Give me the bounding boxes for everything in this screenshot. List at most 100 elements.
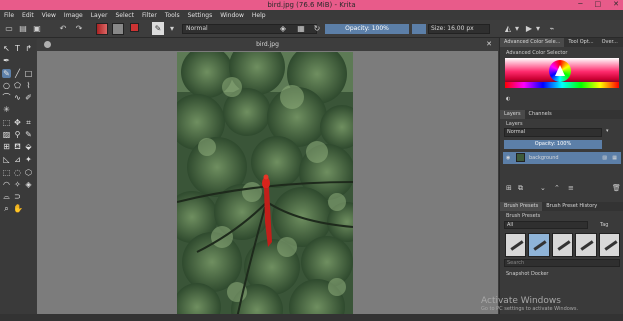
menu-image[interactable]: Image [64, 12, 83, 19]
tab-tool-options[interactable]: Tool Opt... [564, 38, 597, 47]
undo-icon[interactable]: ↶ [58, 22, 68, 35]
layer-opacity-slider[interactable]: Opacity: 100% [504, 140, 602, 149]
zoom-tool-icon[interactable]: ⌕ [2, 204, 11, 213]
enclose-fill-tool-icon[interactable]: ⬙ [24, 142, 33, 151]
tab-channels[interactable]: Channels [525, 110, 556, 119]
reload-preset-icon[interactable]: ↻ [312, 22, 322, 35]
similar-color-selection-tool-icon[interactable]: ◈ [24, 180, 33, 189]
smart-patch-tool-icon[interactable]: ⊞ [2, 142, 11, 151]
polygon-tool-icon[interactable]: ⬠ [13, 81, 22, 90]
select-shapes-tool-icon[interactable]: ↖ [2, 44, 11, 53]
freehand-brush-tool-icon[interactable]: ✎ [2, 69, 11, 78]
brush-preset-1[interactable] [505, 233, 527, 257]
multibrush-tool-icon[interactable]: ✳ [2, 105, 11, 114]
magnetic-selection-tool-icon[interactable]: ⊃ [13, 192, 22, 201]
mirror-horizontal-dropdown-icon[interactable]: ▾ [514, 22, 520, 35]
layer-blend-mode-select[interactable]: Normal [504, 128, 602, 137]
opacity-slider[interactable]: Opacity: 100% [325, 24, 409, 34]
mirror-vertical-dropdown-icon[interactable]: ▾ [535, 22, 541, 35]
maximize-button[interactable]: □ [595, 0, 602, 8]
color-sampler-tool-icon[interactable]: ⚲ [13, 130, 22, 139]
add-layer-icon[interactable]: ⊞ [506, 184, 512, 192]
color-selector-settings-icon[interactable]: ◐ [506, 96, 510, 102]
preserve-alpha-icon[interactable]: ▦ [296, 22, 306, 35]
menu-file[interactable]: File [4, 12, 14, 19]
menu-view[interactable]: View [42, 12, 56, 19]
line-tool-icon[interactable]: ╱ [13, 69, 22, 78]
bezier-curve-tool-icon[interactable]: ⌒ [2, 93, 11, 102]
close-document-icon[interactable]: ✕ [486, 40, 492, 48]
new-document-icon[interactable]: ▭ [4, 22, 14, 35]
mirror-vertical-icon[interactable]: ▶ [524, 22, 534, 35]
menu-window[interactable]: Window [220, 12, 244, 19]
rectangle-tool-icon[interactable]: □ [24, 69, 33, 78]
menu-layer[interactable]: Layer [91, 12, 108, 19]
close-button[interactable]: ✕ [613, 0, 619, 8]
dynamic-brush-tool-icon[interactable]: ✐ [24, 93, 33, 102]
duplicate-layer-icon[interactable]: ⧉ [518, 184, 523, 193]
polyline-tool-icon[interactable]: ⌇ [24, 81, 33, 90]
brush-search-input[interactable]: Search [504, 259, 620, 267]
layer-row-background[interactable]: ◉ background ▨ ▦ [503, 152, 621, 164]
contiguous-selection-tool-icon[interactable]: ✧ [13, 180, 22, 189]
polygonal-selection-tool-icon[interactable]: ⬡ [24, 168, 33, 177]
eraser-mode-icon[interactable]: ◈ [278, 22, 288, 35]
layer-filter-icon[interactable]: ▾ [606, 128, 609, 134]
brush-preset-4[interactable] [575, 233, 597, 257]
rectangular-selection-tool-icon[interactable]: ⬚ [2, 168, 11, 177]
gradient-tool-icon[interactable]: ▨ [2, 130, 11, 139]
menu-help[interactable]: Help [252, 12, 266, 19]
assistant-tool-icon[interactable]: ◺ [2, 155, 11, 164]
menu-settings[interactable]: Settings [188, 12, 213, 19]
reference-images-tool-icon[interactable]: ✦ [24, 155, 33, 164]
open-document-icon[interactable]: ▤ [18, 22, 28, 35]
color-triangle[interactable] [555, 65, 565, 76]
brush-preset-2[interactable] [528, 233, 550, 257]
menu-tools[interactable]: Tools [165, 12, 180, 19]
size-slider[interactable]: Size: 16.00 px [428, 24, 490, 34]
minimize-button[interactable]: ─ [578, 0, 582, 8]
layer-name[interactable]: background [529, 152, 559, 164]
elliptical-selection-tool-icon[interactable]: ◌ [13, 168, 22, 177]
foreground-color-swatch[interactable] [130, 23, 139, 32]
pattern-selector[interactable] [112, 23, 124, 35]
edit-shapes-tool-icon[interactable]: ↱ [24, 44, 33, 53]
size-slider-fill[interactable] [412, 24, 426, 34]
color-wheel[interactable] [549, 60, 571, 82]
freehand-path-tool-icon[interactable]: ∿ [13, 93, 22, 102]
fill-tool-icon[interactable]: ⛾ [13, 142, 22, 151]
hue-strip[interactable] [505, 82, 619, 88]
menu-edit[interactable]: Edit [22, 12, 34, 19]
ellipse-tool-icon[interactable]: ○ [2, 81, 11, 90]
move-layer-down-icon[interactable]: ⌄ [540, 184, 546, 192]
calligraphy-tool-icon[interactable]: ✒ [2, 56, 11, 65]
menu-select[interactable]: Select [115, 12, 134, 19]
freehand-selection-tool-icon[interactable]: ◠ [2, 180, 11, 189]
brush-preset-5[interactable] [598, 233, 621, 257]
redo-icon[interactable]: ↷ [74, 22, 84, 35]
delete-layer-icon[interactable]: 🗑 [612, 184, 621, 192]
gradient-selector[interactable] [96, 23, 108, 35]
inherit-alpha-icon[interactable]: ▦ [612, 152, 617, 164]
brush-settings-icon[interactable]: ▾ [168, 22, 176, 35]
canvas-area[interactable]: bird.jpg ✕ [37, 38, 498, 321]
mirror-horizontal-icon[interactable]: ◭ [503, 22, 513, 35]
alpha-lock-icon[interactable]: ▨ [602, 152, 607, 164]
tab-brush-preset-history[interactable]: Brush Preset History [542, 202, 601, 211]
layer-visibility-icon[interactable]: ◉ [506, 152, 510, 164]
text-tool-icon[interactable]: T [13, 44, 22, 53]
canvas-image[interactable] [177, 52, 353, 318]
layer-properties-icon[interactable]: ≡ [568, 184, 574, 192]
wrap-around-icon[interactable]: ⌁ [546, 22, 558, 35]
move-tool-icon[interactable]: ✥ [13, 118, 22, 127]
pan-tool-icon[interactable]: ✋ [13, 204, 23, 213]
tab-advanced-color-selector[interactable]: Advanced Color Sele... [500, 38, 565, 47]
brush-tag-filter-select[interactable]: All [504, 221, 588, 229]
tab-layers[interactable]: Layers [500, 110, 525, 119]
tab-brush-presets[interactable]: Brush Presets [500, 202, 543, 211]
bezier-selection-tool-icon[interactable]: ⌓ [2, 192, 11, 201]
measure-tool-icon[interactable]: ⊿ [13, 155, 22, 164]
crop-tool-icon[interactable]: ⌗ [24, 118, 33, 127]
tag-button[interactable]: Tag [600, 222, 608, 228]
tab-overview[interactable]: Over... [598, 38, 622, 47]
